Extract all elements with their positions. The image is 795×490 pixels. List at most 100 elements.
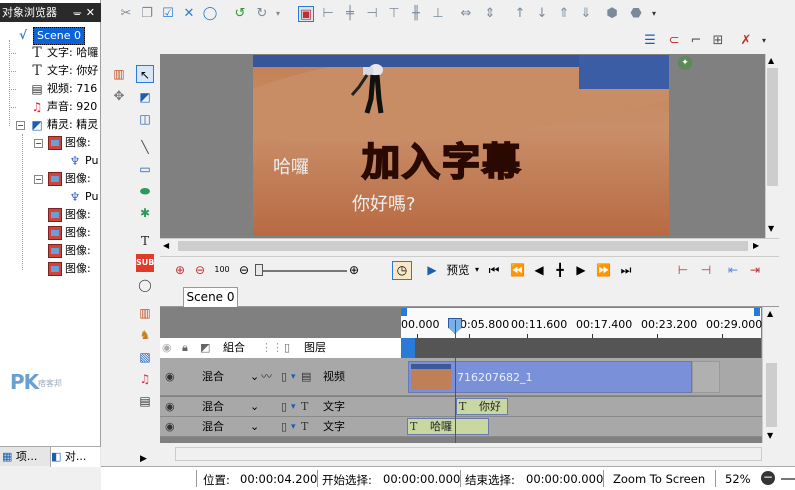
zoom-plus-icon[interactable]: ⊕ [347, 262, 361, 278]
stop-icon[interactable]: ╋ [553, 262, 567, 278]
lock-header-icon[interactable]: 🔒︎ [182, 339, 188, 357]
text-clip-hello-2[interactable]: T 你好 [456, 398, 508, 415]
video-clip-tail[interactable] [692, 361, 720, 393]
tree-item[interactable]: 图像: − [0, 170, 101, 188]
tools-icon[interactable]: ✗ [738, 33, 754, 49]
range-handle[interactable] [401, 338, 415, 358]
layer-dropdown-icon[interactable]: ▾ [291, 418, 296, 436]
timeline-vertical-scrollbar[interactable]: ▲ ▼ [762, 307, 779, 443]
rewind-icon[interactable]: ⏪ [510, 262, 525, 278]
rectangle-tool-icon[interactable]: ▭ [136, 160, 154, 178]
fast-forward-icon[interactable]: ⏩ [596, 262, 611, 278]
audio-header-icon[interactable]: ⋮⋮ [261, 339, 283, 357]
align-middle-icon[interactable]: ╫ [408, 6, 424, 22]
collapse-icon[interactable]: − [34, 139, 43, 148]
collapse-icon[interactable]: − [16, 121, 25, 130]
scroll-right-icon[interactable]: ▶ [753, 241, 759, 250]
delete-icon[interactable]: ✕ [181, 6, 197, 22]
grid-icon[interactable]: ⊞ [710, 33, 726, 49]
callout-tool-icon[interactable]: ◯ [136, 276, 154, 294]
size-height-icon[interactable]: ⇕ [482, 6, 498, 22]
figure-tool-icon[interactable]: ♞ [136, 326, 154, 344]
circle-icon[interactable]: ◯ [202, 6, 218, 22]
clock-icon[interactable]: ◷ [392, 261, 412, 280]
align-left-icon[interactable]: ⊢ [320, 6, 336, 22]
video-clip[interactable]: 716207682_1 [408, 361, 692, 393]
subtitle-tool-icon[interactable]: SUB [136, 254, 154, 272]
magnet-icon[interactable]: ⊂ [666, 33, 682, 49]
tab-objects[interactable]: ◧ 对... [50, 447, 100, 467]
group-icon[interactable]: ⬢ [604, 6, 620, 22]
image-tool-icon[interactable]: ▧ [136, 348, 154, 366]
range-end-marker[interactable] [754, 308, 760, 316]
text-tool-icon[interactable]: T [136, 232, 154, 250]
size-width-icon[interactable]: ⇔ [458, 6, 474, 22]
tab-items[interactable]: ▦ 项... [2, 447, 48, 467]
tree-item[interactable]: 图像: [0, 206, 101, 224]
mask-header-icon[interactable]: ◩ [200, 339, 210, 357]
tree-item[interactable]: 图像: [0, 242, 101, 260]
zoom-out-icon[interactable]: ⊖ [193, 262, 207, 278]
tl-scroll-down-icon[interactable]: ▼ [767, 431, 773, 440]
ellipse-tool-icon[interactable]: ⬬ [136, 182, 154, 200]
shape-tool-icon[interactable]: ✱ [136, 204, 154, 222]
hscroll-thumb[interactable] [178, 241, 748, 251]
undo-icon[interactable]: ↺ [232, 6, 248, 22]
eye-icon[interactable]: ◉ [165, 398, 175, 416]
tree-item[interactable]: ◩ 精灵: 精灵 − [0, 116, 101, 134]
preview-label[interactable]: 预览 [443, 262, 473, 278]
timeline-expand-icon[interactable]: ▶ [140, 454, 147, 464]
step-back-icon[interactable]: ◀ [532, 262, 546, 278]
zoom-slider-track[interactable] [255, 270, 347, 272]
tree-item[interactable]: 图像: − [0, 134, 101, 152]
align-top-icon[interactable]: ⊤ [386, 6, 402, 22]
preview-dropdown-icon[interactable]: ▾ [472, 262, 482, 278]
scroll-thumb[interactable] [767, 68, 778, 186]
layer-tool-icon[interactable]: ◩ [136, 88, 154, 106]
eye-icon[interactable]: ◉ [165, 418, 175, 436]
copy-icon[interactable]: ❐ [139, 6, 155, 22]
zoom-track[interactable] [781, 478, 795, 480]
chevron-down-icon[interactable]: ⌄ [250, 368, 259, 386]
move-up-icon[interactable]: ↑ [512, 6, 528, 22]
align-right-icon[interactable]: ⊣ [364, 6, 380, 22]
cut-icon[interactable]: ✂ [118, 6, 134, 22]
zoom-minus-icon[interactable]: ⊖ [237, 262, 251, 278]
zoom-in-icon[interactable]: ⊕ [173, 262, 187, 278]
caption-main-title[interactable]: 加入字幕 [361, 131, 522, 186]
redo-icon[interactable]: ↻ [254, 6, 270, 22]
audio-wave-icon[interactable]: 〰 [261, 368, 272, 386]
select-frame-icon[interactable]: ▣ [298, 6, 314, 22]
go-start-icon[interactable]: ⏮ [487, 262, 501, 278]
play-icon[interactable]: ▶ [425, 262, 439, 278]
range-left-icon[interactable]: ⇤ [726, 262, 740, 278]
caption-how-are-you[interactable]: 你好嗎? [352, 190, 416, 216]
caption-hello[interactable]: 哈囉 [273, 153, 309, 179]
chevron-down-icon[interactable]: ⌄ [250, 398, 259, 416]
redo-dropdown-icon[interactable]: ▾ [270, 6, 286, 22]
playhead-line[interactable] [455, 320, 456, 443]
tools-dropdown-icon[interactable]: ▾ [756, 33, 772, 49]
tree-item[interactable]: 图像: [0, 260, 101, 278]
canvas-vertical-scrollbar[interactable]: ▲ ▼ [765, 54, 779, 238]
chevron-down-icon[interactable]: ⌄ [250, 418, 259, 436]
blend-mode-select[interactable]: 混合 [202, 368, 224, 386]
group-dropdown-icon[interactable]: ▾ [646, 6, 662, 22]
eye-header-icon[interactable]: ◉ [162, 339, 172, 357]
move-cross-icon[interactable]: ✥ [110, 89, 128, 107]
collapse-icon[interactable]: − [34, 175, 43, 184]
device-icon[interactable]: ▯ [281, 418, 287, 436]
blend-mode-select[interactable]: 混合 [202, 418, 224, 436]
bar-chart-small-icon[interactable]: ▥ [110, 67, 128, 85]
go-end-icon[interactable]: ⏭ [619, 262, 633, 278]
chart-tool-icon[interactable]: ▥ [136, 304, 154, 322]
tree-item[interactable]: ♆ Pu [0, 152, 101, 170]
scroll-up-icon[interactable]: ▲ [768, 56, 774, 65]
mark-out-icon[interactable]: ⊣ [698, 262, 714, 278]
canvas-horizontal-scrollbar[interactable]: ◀ ▶ [160, 238, 779, 253]
audio-tool-icon[interactable]: ♫ [136, 370, 154, 388]
move-down-icon[interactable]: ↓ [534, 6, 550, 22]
mark-in-icon[interactable]: ⊢ [675, 262, 691, 278]
layer-dropdown-icon[interactable]: ▾ [291, 398, 296, 416]
device-icon[interactable]: ▯ [281, 368, 287, 386]
